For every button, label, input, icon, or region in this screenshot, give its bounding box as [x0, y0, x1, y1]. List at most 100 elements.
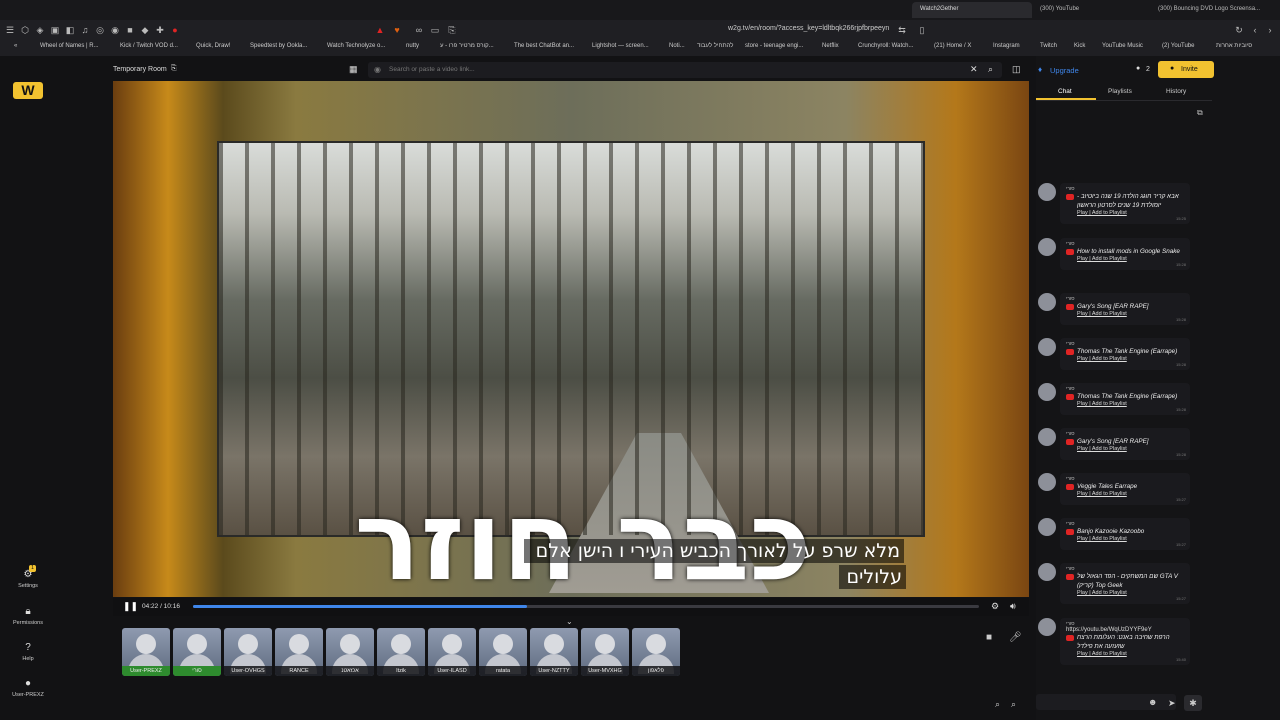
bookmark-item[interactable]: store - teenage engi...: [745, 43, 803, 49]
bookmark-item[interactable]: (2) YouTube: [1162, 43, 1194, 49]
bookmark-item[interactable]: Lightshot — screen...: [592, 43, 649, 49]
pause-icon[interactable]: ❚❚: [123, 601, 138, 612]
bookmark-item[interactable]: YouTube Music: [1102, 43, 1143, 49]
popout-icon[interactable]: ⧉: [1197, 108, 1203, 118]
nav-permissions[interactable]: 🔒︎ Permissions: [0, 607, 56, 627]
nav-user[interactable]: ● User-PREXZ: [0, 679, 56, 699]
nav-settings[interactable]: ⚙ 1 Settings: [0, 565, 56, 589]
translate-icon[interactable]: ⇆: [897, 25, 907, 35]
extension-icon[interactable]: ▭: [430, 25, 440, 35]
bookmark-item[interactable]: Noti...: [669, 43, 685, 49]
user-tile[interactable]: RANCE: [275, 628, 323, 676]
bookmark-item[interactable]: Watch Technolyze o...: [327, 43, 385, 49]
bookmark-item[interactable]: Quick, Draw!: [196, 43, 230, 49]
reload-icon[interactable]: ↻: [1234, 25, 1244, 35]
user-tile[interactable]: User-OVHGS: [224, 628, 272, 676]
extension-icon[interactable]: ◉: [110, 25, 120, 35]
w2g-logo[interactable]: W: [13, 82, 43, 99]
layout-icon[interactable]: ◫: [1012, 64, 1021, 75]
emoji-icon[interactable]: ☻: [1148, 697, 1157, 707]
chevron-down-icon[interactable]: ⌄: [566, 617, 573, 626]
zoom-in-icon[interactable]: ⌕: [1011, 699, 1016, 710]
search-icon[interactable]: ⌕: [988, 64, 993, 75]
send-icon[interactable]: ➤: [1168, 698, 1176, 709]
room-title[interactable]: Temporary Room: [113, 66, 167, 73]
bookmark-item[interactable]: Netflix: [822, 43, 839, 49]
microphone-icon[interactable]: 🎤︎: [1009, 632, 1022, 643]
copy-icon[interactable]: ⎘: [171, 65, 177, 73]
search-input[interactable]: Search or paste a video link...: [389, 66, 475, 73]
bookmark-item[interactable]: (21) Home / X: [934, 43, 971, 49]
tab-dvd-logo[interactable]: (300) Bouncing DVD Logo Screensa...: [1150, 2, 1278, 18]
volume-icon[interactable]: 🔊︎: [1010, 601, 1016, 612]
bookmark-item[interactable]: Instagram: [993, 43, 1020, 49]
extension-icon[interactable]: ◈: [35, 25, 45, 35]
message-time: 15:28: [1175, 262, 1186, 267]
video-player[interactable]: כבר חוזר מלא שרפ על לאורך הכביש העירי ו …: [113, 81, 1029, 597]
invite-button[interactable]: ● Invite: [1158, 61, 1214, 78]
bookmark-item[interactable]: Kick: [1074, 43, 1085, 49]
extension-icon[interactable]: ◆: [140, 25, 150, 35]
user-tile[interactable]: ratata: [479, 628, 527, 676]
music-icon[interactable]: ♫: [80, 25, 90, 35]
nav-help[interactable]: ? Help: [0, 643, 56, 663]
user-name: User-PREXZ: [122, 666, 170, 676]
camera-icon[interactable]: ■: [986, 632, 992, 643]
video-search-bar[interactable]: ◉ Search or paste a video link... ✕ ⌕: [368, 62, 1002, 78]
bookmark-item[interactable]: Wheel of Names | R...: [40, 43, 99, 49]
tab-label: (300) YouTube: [1040, 6, 1080, 12]
close-icon[interactable]: ✕: [970, 64, 978, 75]
bookmark-item[interactable]: Twitch: [1040, 43, 1057, 49]
chat-input[interactable]: ☻: [1036, 694, 1176, 710]
user-tile[interactable]: Itzik: [377, 628, 425, 676]
upgrade-link[interactable]: Upgrade: [1050, 66, 1079, 75]
user-tile[interactable]: User-NZTTY: [530, 628, 578, 676]
extension-icon[interactable]: ✚: [155, 25, 165, 35]
bookmark-item[interactable]: Kick / Twitch VOD d...: [120, 43, 178, 49]
bookmark-item[interactable]: Speedtest by Ookla...: [250, 43, 307, 49]
grid-icon[interactable]: ▦: [349, 64, 358, 75]
bookmark-item[interactable]: להתחיל לעבוד: [697, 43, 733, 49]
extension-icon[interactable]: ●: [170, 25, 180, 35]
bookmark-item[interactable]: The best ChatBot an...: [514, 43, 574, 49]
tab-chat[interactable]: Chat: [1058, 88, 1072, 95]
extension-icon[interactable]: ⎘: [447, 25, 457, 35]
bookmark-item[interactable]: Crunchyroll: Watch...: [858, 43, 913, 49]
message-bubble: סורי Gary's Song [EAR RAPE] Play | Add to …: [1060, 428, 1190, 460]
avatar-head: [136, 634, 156, 654]
seek-bar[interactable]: [193, 605, 979, 608]
user-tile[interactable]: פלאפון: [632, 628, 680, 676]
menu-icon[interactable]: ☰: [5, 25, 15, 35]
extension-icon[interactable]: ◧: [65, 25, 75, 35]
user-tile[interactable]: אכזאטנ: [326, 628, 374, 676]
extension-icon[interactable]: ▲: [375, 25, 385, 35]
gif-icon[interactable]: ✱: [1184, 695, 1202, 711]
user-tile[interactable]: סורי: [173, 628, 221, 676]
tab-playlists[interactable]: Playlists: [1108, 88, 1132, 95]
bookmark-item[interactable]: סיוביות אחרות: [1216, 43, 1252, 49]
extension-icon[interactable]: ▣: [50, 25, 60, 35]
bookmark-item[interactable]: nutty: [406, 43, 419, 49]
back-icon[interactable]: ‹: [1250, 25, 1260, 35]
extension-icon[interactable]: ⬡: [20, 25, 30, 35]
user-tile[interactable]: User-MVXHG: [581, 628, 629, 676]
bookmark-icon[interactable]: ▯: [917, 25, 927, 35]
forward-icon[interactable]: ›: [1265, 25, 1275, 35]
avatar-head: [595, 634, 615, 654]
bookmark-item[interactable]: קורס מרטיר פרו - ע...: [440, 43, 494, 49]
tab-history[interactable]: History: [1166, 88, 1186, 95]
nav-user-label: User-PREXZ: [12, 692, 44, 698]
bookmarks-chevron-icon[interactable]: «: [14, 43, 17, 49]
extension-icon[interactable]: ■: [125, 25, 135, 35]
settings-gear-icon[interactable]: ⚙: [991, 601, 999, 612]
extension-icon[interactable]: ◎: [95, 25, 105, 35]
tab-youtube[interactable]: (300) YouTube: [1032, 2, 1142, 18]
message-time: 15:25: [1175, 216, 1186, 221]
user-tile[interactable]: User-PREXZ: [122, 628, 170, 676]
tab-watch2gether[interactable]: Watch2Gether: [912, 2, 1032, 18]
extension-icon[interactable]: ∞: [414, 25, 424, 35]
user-tile[interactable]: User-ILASD: [428, 628, 476, 676]
url-field[interactable]: w2g.tv/en/room/?access_key=ldltbqk266rjp…: [728, 25, 889, 32]
extension-icon[interactable]: ♥: [392, 25, 402, 35]
zoom-out-icon[interactable]: ⌕: [995, 699, 1000, 710]
